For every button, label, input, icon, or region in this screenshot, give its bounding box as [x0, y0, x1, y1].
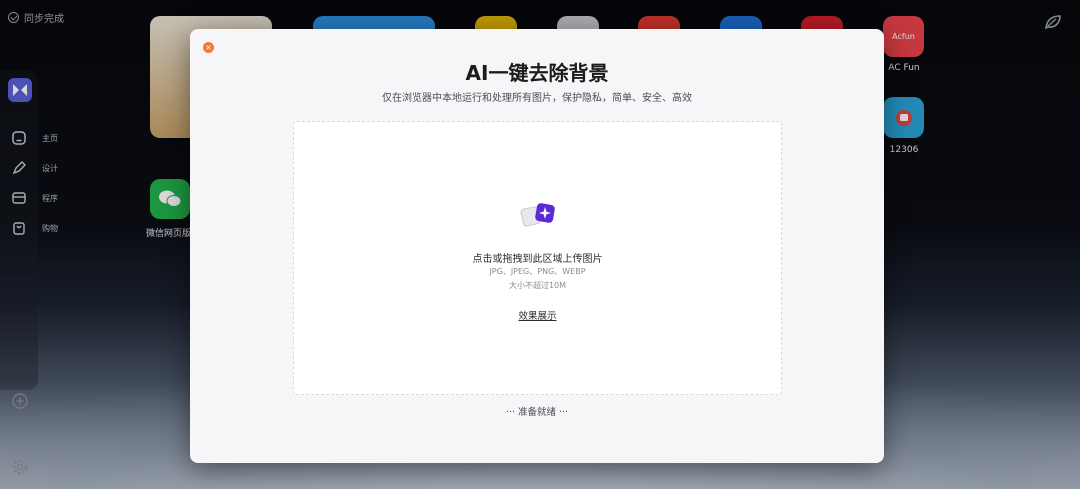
supported-formats: JPG、JPEG、PNG、WEBP: [489, 267, 586, 276]
demo-link-wrapper: 效果展示: [294, 308, 781, 322]
size-limit: 大小不超过10M: [508, 281, 567, 290]
close-button[interactable]: ×: [203, 42, 214, 53]
modal-title: AI一键去除背景: [465, 61, 609, 85]
image-sparkle-icon: [520, 203, 555, 227]
upload-dropzone[interactable]: 点击或拖拽到此区域上传图片 JPG、JPEG、PNG、WEBP 大小不超过10M…: [293, 121, 782, 395]
upload-instruction: 点击或拖拽到此区域上传图片: [472, 254, 603, 265]
close-icon: ×: [205, 42, 212, 52]
modal-subtitle: 仅在浏览器中本地运行和处理所有图片，保护隐私，简单、安全、高效: [382, 93, 692, 104]
status-text: ··· 准备就绪 ···: [505, 407, 569, 418]
demo-link[interactable]: 效果展示: [518, 311, 556, 322]
remove-background-modal: × AI一键去除背景 仅在浏览器中本地运行和处理所有图片，保护隐私，简单、安全、…: [190, 29, 884, 463]
